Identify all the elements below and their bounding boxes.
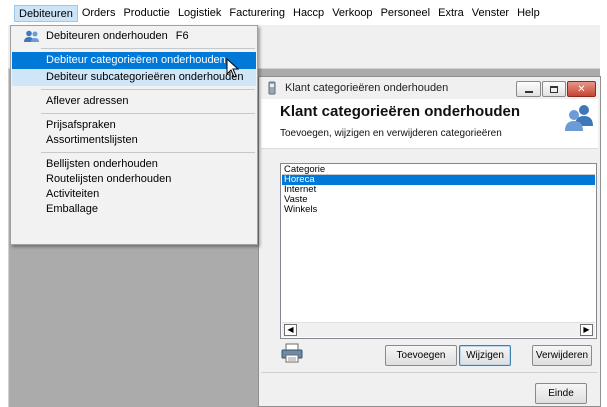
menu-item-aflever-adressen[interactable]: Aflever adressen [12, 93, 256, 110]
menu-item-label: Debiteuren onderhouden [46, 30, 168, 42]
menu-item-emballage[interactable]: Emballage [12, 201, 256, 218]
menu-logistiek[interactable]: Logistiek [174, 5, 225, 22]
scroll-right-button[interactable]: ▶ [580, 324, 593, 336]
menu-bar: Debiteuren Orders Productie Logistiek Fa… [0, 0, 607, 26]
menu-separator [41, 89, 255, 90]
category-window: Klant categorieëren onderhouden ✕ Klant … [258, 76, 601, 407]
window-header: Klant categorieëren onderhouden Toevoege… [261, 99, 598, 149]
einde-button[interactable]: Einde [535, 383, 587, 404]
list-item-winkels[interactable]: Winkels [282, 205, 595, 215]
menu-item-debiteuren-onderhouden[interactable]: Debiteuren onderhouden F6 [12, 28, 256, 45]
menu-personeel[interactable]: Personeel [377, 5, 435, 22]
menu-separator [41, 113, 255, 114]
menu-haccp[interactable]: Haccp [289, 5, 328, 22]
footer-divider [261, 372, 598, 373]
horizontal-scrollbar[interactable]: ◀ ▶ [282, 322, 595, 337]
minimize-icon [524, 90, 533, 93]
maximize-icon [550, 85, 558, 93]
menu-item-debiteur-categorieeren[interactable]: Debiteur categorieëren onderhouden [12, 52, 256, 69]
menu-separator [41, 152, 255, 153]
menu-venster[interactable]: Venster [468, 5, 513, 22]
add-button[interactable]: Toevoegen [385, 345, 457, 366]
list-item-horeca[interactable]: Horeca [282, 175, 595, 185]
menu-facturering[interactable]: Facturering [225, 5, 289, 22]
list-item-vaste[interactable]: Vaste [282, 195, 595, 205]
menu-help[interactable]: Help [513, 5, 544, 22]
delete-button[interactable]: Verwijderen [532, 345, 592, 366]
page-title: Klant categorieëren onderhouden [280, 103, 521, 120]
menu-debiteuren[interactable]: Debiteuren [14, 4, 78, 22]
menu-item-shortcut: F6 [175, 30, 189, 42]
debiteuren-dropdown-menu: Debiteuren onderhouden F6 Debiteur catego… [10, 25, 258, 245]
menu-productie[interactable]: Productie [119, 5, 173, 22]
menu-separator [41, 48, 255, 49]
mouse-cursor-icon [226, 58, 240, 78]
menu-item-assortimentslijsten[interactable]: Assortimentslijsten [12, 132, 256, 149]
maximize-button[interactable] [542, 81, 566, 97]
users-icon [565, 105, 593, 131]
menu-orders[interactable]: Orders [78, 5, 120, 22]
window-title: Klant categorieëren onderhouden [285, 82, 449, 94]
page-subtitle: Toevoegen, wijzigen en verwijderen categ… [280, 128, 502, 139]
menu-item-debiteur-subcategorieeren[interactable]: Debiteur subcategorieëren onderhouden [12, 69, 256, 86]
scroll-left-button[interactable]: ◀ [284, 324, 297, 336]
close-icon: ✕ [577, 83, 586, 95]
window-titlebar[interactable]: Klant categorieëren onderhouden ✕ [259, 77, 600, 99]
menu-extra[interactable]: Extra [434, 5, 468, 22]
list-item-internet[interactable]: Internet [282, 185, 595, 195]
category-list[interactable]: Categorie Horeca Internet Vaste Winkels … [280, 163, 597, 339]
printer-icon[interactable] [281, 343, 303, 363]
users-icon [24, 30, 39, 42]
close-button[interactable]: ✕ [567, 81, 596, 97]
app-icon [268, 81, 276, 95]
list-header-categorie[interactable]: Categorie [282, 165, 595, 175]
edit-button[interactable]: Wijzigen [459, 345, 511, 366]
minimize-button[interactable] [516, 81, 541, 97]
menu-verkoop[interactable]: Verkoop [328, 5, 376, 22]
